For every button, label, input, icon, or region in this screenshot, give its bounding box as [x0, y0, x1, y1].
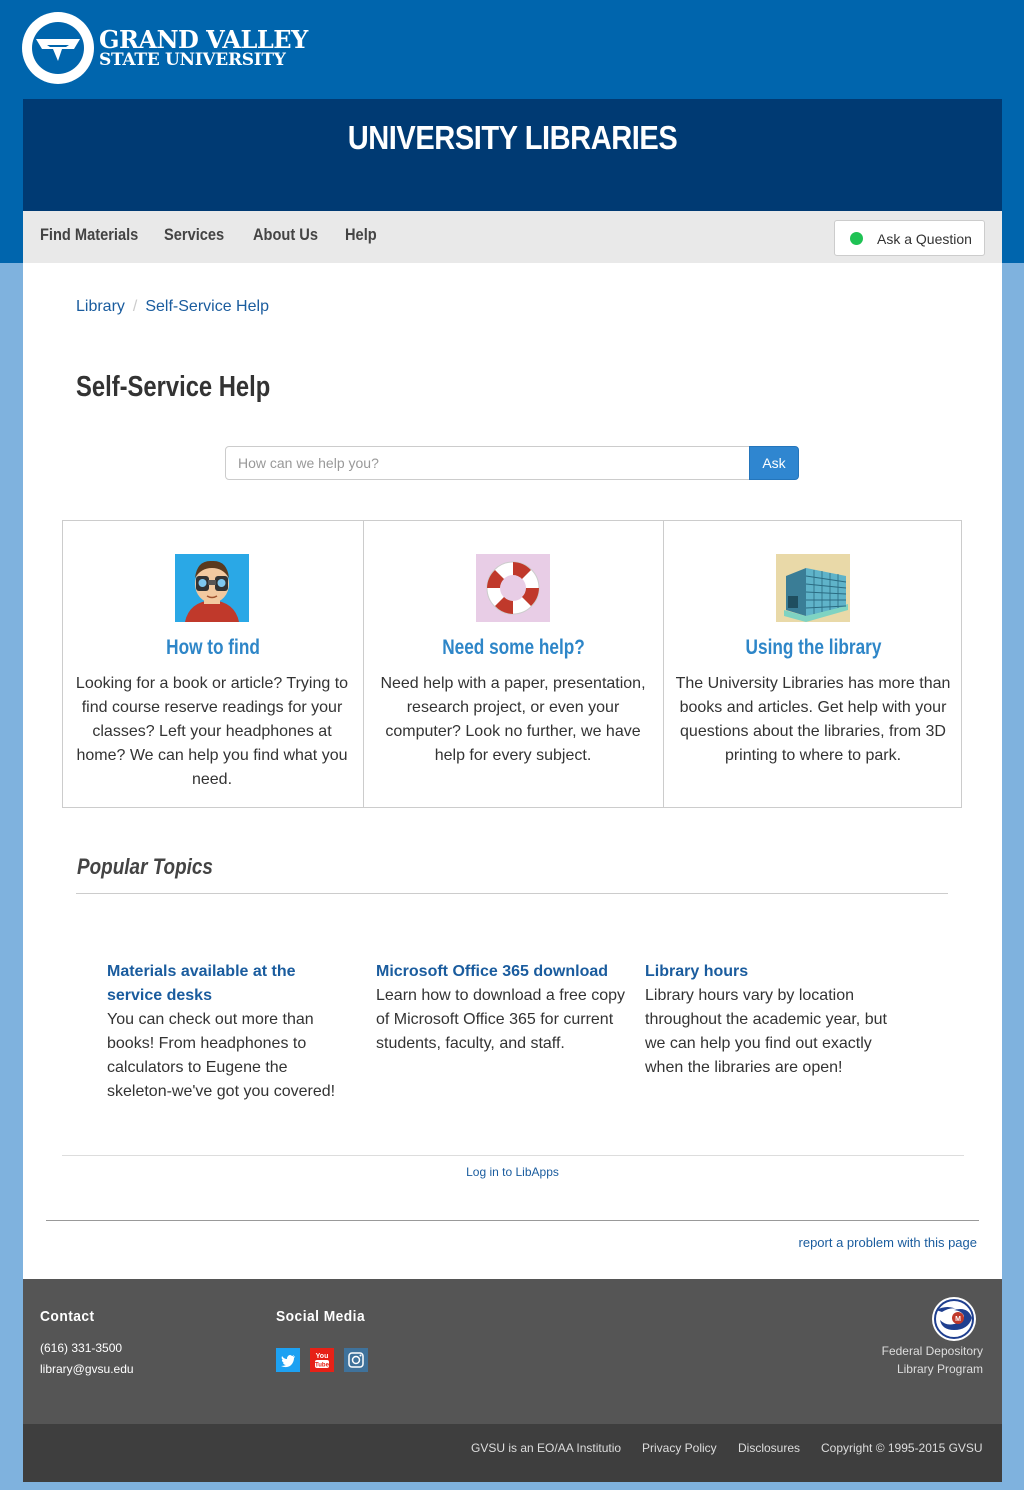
nav-item-help[interactable]: Help — [345, 225, 377, 245]
report-problem-link[interactable]: report a problem with this page — [799, 1235, 977, 1250]
card-need-help: Need some help? Need help with a paper, … — [363, 521, 663, 807]
gvsu-wordmark: GRAND VALLEY STATE UNIVERSITY — [99, 28, 308, 69]
divider — [62, 1155, 964, 1156]
main-content: Library / Self-Service Help Self-Service H… — [23, 263, 1002, 1279]
copyright-text: Copyright © 1995-2015 GVSU — [821, 1441, 983, 1455]
libapps-login-link[interactable]: Log in to LibApps — [23, 1165, 1002, 1179]
topic-text-service-desk-materials: You can check out more than books! From … — [107, 1011, 336, 1100]
nav-item-find-materials[interactable]: Find Materials — [40, 225, 138, 245]
search-input[interactable] — [225, 446, 750, 480]
help-cards: How to find Looking for a book or articl… — [62, 520, 962, 808]
instagram-icon[interactable] — [344, 1348, 368, 1372]
fdlp-label[interactable]: Federal Depository Library Program — [882, 1342, 983, 1378]
gvsu-logo-icon — [22, 12, 94, 84]
fdlp-line-2: Library Program — [896, 1362, 983, 1376]
banner-title[interactable]: UNIVERSITY LIBRARIES — [82, 119, 944, 157]
legal-bar: GVSU is an EO/AA Institutio Privacy Poli… — [23, 1424, 1002, 1482]
popular-topics-divider — [76, 893, 948, 894]
life-preserver-icon[interactable] — [476, 554, 550, 622]
card-title-using-library[interactable]: Using the library — [691, 636, 936, 660]
nav-item-about-us[interactable]: About Us — [253, 225, 318, 245]
disclosures-link[interactable]: Disclosures — [738, 1441, 800, 1455]
logo-line-1: GRAND VALLEY — [99, 25, 308, 54]
topic-link-office-365[interactable]: Microsoft Office 365 download — [376, 960, 626, 984]
card-title-need-help[interactable]: Need some help? — [391, 636, 636, 660]
main-nav: Find Materials Services About Us Help As… — [23, 211, 1002, 263]
card-text-need-help: Need help with a paper, presentation, re… — [380, 675, 646, 764]
nav-item-services[interactable]: Services — [164, 225, 224, 245]
eo-aa-link[interactable]: GVSU is an EO/AA Institutio — [471, 1441, 621, 1455]
ask-a-question-button[interactable]: Ask a Question — [834, 220, 985, 256]
topic-office-365: Microsoft Office 365 download Learn how … — [376, 960, 626, 1056]
fdlp-seal-icon[interactable]: M — [928, 1296, 980, 1342]
breadcrumb: Library / Self-Service Help — [76, 298, 269, 316]
contact-heading: Contact — [40, 1308, 95, 1325]
youtube-icon[interactable]: You Tube — [310, 1348, 334, 1372]
site-footer: Contact (616) 331-3500 library@gvsu.edu … — [23, 1279, 1002, 1424]
twitter-icon[interactable] — [276, 1348, 300, 1372]
privacy-policy-link[interactable]: Privacy Policy — [642, 1441, 717, 1455]
card-how-to-find: How to find Looking for a book or articl… — [63, 521, 363, 807]
contact-phone[interactable]: (616) 331-3500 — [40, 1341, 122, 1355]
site-header: GRAND VALLEY STATE UNIVERSITY — [0, 0, 1024, 99]
breadcrumb-library[interactable]: Library — [76, 298, 125, 315]
svg-text:M: M — [955, 1316, 961, 1323]
social-media-heading: Social Media — [276, 1308, 366, 1325]
contact-email[interactable]: library@gvsu.edu — [40, 1362, 134, 1376]
card-text-using-library: The University Libraries has more than b… — [675, 675, 951, 764]
topic-service-desk-materials: Materials available at the service desks… — [107, 960, 347, 1104]
ask-search-button[interactable]: Ask — [749, 446, 799, 480]
topic-library-hours: Library hours Library hours vary by loca… — [645, 960, 895, 1080]
svg-text:You: You — [316, 1353, 329, 1360]
library-building-icon[interactable] — [776, 554, 850, 622]
page-title: Self-Service Help — [76, 371, 271, 403]
fdlp-line-1: Federal Depository — [881, 1344, 983, 1358]
card-text-how-to-find: Looking for a book or article? Trying to… — [75, 675, 349, 788]
card-using-library: Using the library The University Librari… — [663, 521, 963, 807]
divider — [46, 1220, 979, 1221]
breadcrumb-current[interactable]: Self-Service Help — [145, 298, 269, 315]
online-status-icon — [850, 232, 863, 245]
topic-text-office-365: Learn how to download a free copy of Mic… — [376, 987, 626, 1052]
svg-text:Tube: Tube — [315, 1363, 330, 1369]
topic-text-library-hours: Library hours vary by location throughou… — [645, 987, 887, 1076]
ask-a-question-label: Ask a Question — [877, 231, 972, 247]
topic-link-library-hours[interactable]: Library hours — [645, 960, 895, 984]
popular-topics-heading: Popular Topics — [77, 854, 213, 879]
library-banner: UNIVERSITY LIBRARIES — [23, 99, 1002, 211]
breadcrumb-separator: / — [132, 298, 138, 315]
logo-line-2: STATE UNIVERSITY — [99, 50, 286, 70]
topic-link-service-desk-materials[interactable]: Materials available at the service desks — [107, 960, 347, 1008]
card-title-how-to-find[interactable]: How to find — [90, 636, 336, 660]
binoculars-person-icon[interactable] — [175, 554, 249, 622]
